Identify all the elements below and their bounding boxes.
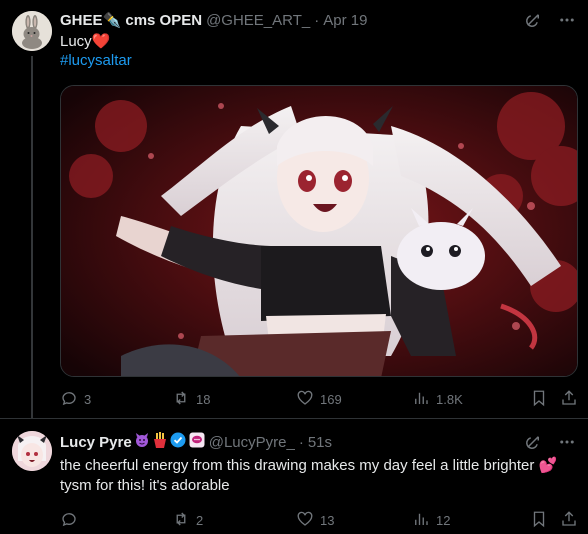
reply-icon [60, 389, 78, 410]
bookmark-icon [530, 510, 548, 531]
thread-line [31, 56, 33, 418]
separator: · [298, 433, 304, 451]
repost-count: 2 [196, 512, 204, 528]
reply-button[interactable]: 3 [60, 389, 91, 409]
timestamp[interactable]: 51s [308, 434, 332, 451]
action-bar: 3 18 169 1.8K [60, 389, 576, 409]
tweet-text: the cheerful energy from this drawing ma… [60, 457, 558, 494]
author-name[interactable]: Lucy Pyre [60, 434, 132, 451]
action-bar: 2 13 12 [60, 510, 576, 530]
repost-icon [172, 389, 190, 410]
share-button[interactable] [560, 389, 578, 409]
more-icon[interactable] [558, 433, 576, 451]
author-handle[interactable]: @LucyPyre_ [209, 434, 295, 451]
view-count: 1.8K [436, 391, 463, 407]
heart-icon [296, 389, 314, 410]
tweet-header: GHEE✒️ cms OPEN @GHEE_ART_ · Apr 19 [60, 11, 367, 30]
grok-icon[interactable] [524, 11, 542, 29]
like-count: 169 [320, 391, 342, 407]
view-count: 12 [436, 512, 451, 528]
like-count: 13 [320, 512, 335, 528]
views-button[interactable]: 12 [412, 510, 450, 530]
avatar[interactable] [12, 11, 52, 51]
reply-button[interactable] [60, 510, 84, 530]
bookmark-button[interactable] [530, 389, 548, 409]
repost-button[interactable]: 18 [172, 389, 210, 409]
repost-icon [172, 510, 190, 531]
repost-button[interactable]: 2 [172, 510, 203, 530]
hashtag-link[interactable]: #lucysaltar [60, 52, 132, 69]
badges [134, 432, 205, 452]
analytics-icon [412, 389, 430, 410]
share-icon [560, 389, 578, 410]
bookmark-button[interactable] [530, 510, 548, 530]
repost-count: 18 [196, 391, 211, 407]
reply-count: 3 [84, 391, 92, 407]
heart-icon [296, 510, 314, 531]
avatar[interactable] [12, 431, 52, 471]
tweet-text: Lucy❤️ [60, 33, 111, 50]
devil-emoji-icon [134, 432, 150, 452]
tweet-image[interactable] [60, 85, 578, 377]
top-actions [524, 433, 576, 451]
top-actions [524, 11, 576, 29]
author-name[interactable]: GHEE✒️ cms OPEN [60, 11, 202, 29]
fries-emoji-icon [153, 432, 167, 452]
speech-badge-icon[interactable] [189, 432, 205, 452]
grok-icon[interactable] [524, 433, 542, 451]
author-handle[interactable]: @GHEE_ART_ [206, 12, 310, 29]
separator: · [314, 11, 320, 29]
reply-icon [60, 510, 78, 531]
share-button[interactable] [560, 510, 578, 530]
tweet-header: Lucy Pyre @LucyPyre_ · 51s [60, 432, 332, 452]
more-icon[interactable] [558, 11, 576, 29]
views-button[interactable]: 1.8K [412, 389, 463, 409]
like-button[interactable]: 13 [296, 510, 334, 530]
analytics-icon [412, 510, 430, 531]
timestamp[interactable]: Apr 19 [323, 12, 367, 29]
tweet[interactable]: GHEE✒️ cms OPEN @GHEE_ART_ · Apr 19 Lucy… [0, 0, 588, 418]
bookmark-icon [530, 389, 548, 410]
reply-tweet[interactable]: Lucy Pyre @LucyPyre_ · 51s the cheerful … [0, 418, 588, 534]
like-button[interactable]: 169 [296, 389, 342, 409]
share-icon [560, 510, 578, 531]
verified-badge-icon[interactable] [170, 432, 186, 452]
